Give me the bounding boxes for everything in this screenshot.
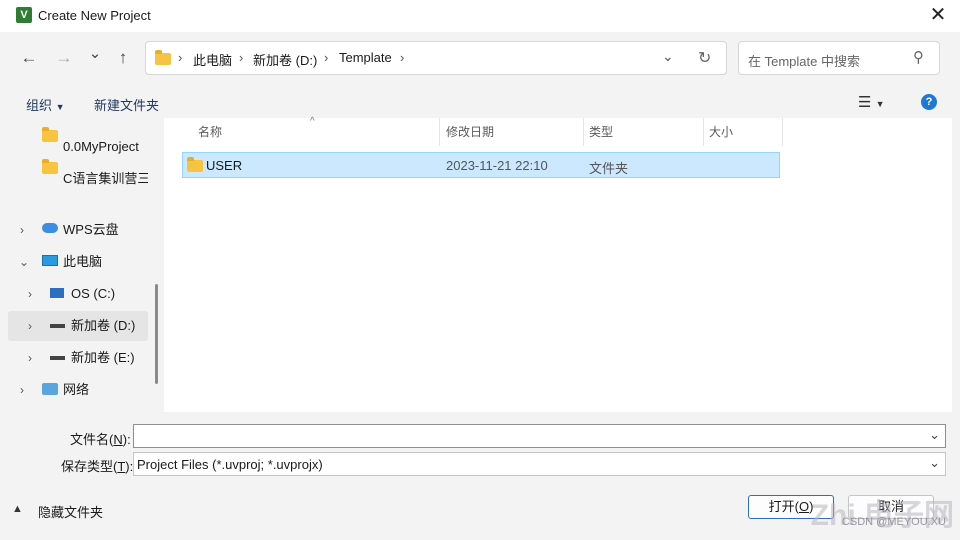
arrow-right-icon: → bbox=[55, 48, 73, 67]
chevron-right-icon[interactable]: › bbox=[20, 215, 24, 245]
breadcrumb-separator: › bbox=[400, 50, 405, 65]
folder-icon bbox=[155, 50, 171, 65]
filename-field[interactable]: ⌄ bbox=[133, 424, 946, 448]
breadcrumb-drive-d[interactable]: 新加卷 (D:) bbox=[253, 50, 317, 69]
label-text: ): bbox=[122, 432, 131, 447]
sidebar-item-label: OS (C:) bbox=[71, 286, 116, 301]
sidebar-item-c-camp[interactable]: C语言集训营三期 bbox=[8, 152, 148, 186]
back-button[interactable]: ← bbox=[18, 48, 40, 68]
close-button[interactable]: ✕ bbox=[916, 0, 960, 32]
forward-button[interactable]: → bbox=[53, 48, 75, 68]
collapse-caret-icon[interactable]: ▲ bbox=[12, 503, 23, 515]
chevron-down-icon[interactable]: ⌄ bbox=[19, 247, 29, 277]
up-button[interactable]: ↑ bbox=[112, 48, 134, 68]
close-icon: ✕ bbox=[929, 4, 947, 26]
sidebar-item-network[interactable]: › 网络 bbox=[8, 375, 148, 405]
drive-icon bbox=[50, 288, 64, 298]
drive-icon bbox=[50, 356, 65, 360]
breadcrumb-this-pc[interactable]: 此电脑 bbox=[193, 50, 232, 69]
organize-label: 组织 bbox=[26, 98, 53, 113]
new-folder-button[interactable]: 新建文件夹 bbox=[94, 95, 159, 114]
computer-icon bbox=[42, 255, 58, 266]
folder-icon bbox=[42, 127, 58, 142]
chevron-down-icon[interactable]: ⌄ bbox=[929, 427, 940, 443]
chevron-right-icon[interactable]: › bbox=[28, 311, 32, 341]
column-header-name[interactable]: 名称 bbox=[198, 118, 222, 146]
drive-icon bbox=[50, 324, 65, 328]
button-accelerator: O bbox=[798, 499, 810, 514]
sidebar-item-drive-e[interactable]: › 新加卷 (E:) bbox=[8, 343, 148, 373]
recent-locations-button[interactable]: ⌄ bbox=[84, 46, 106, 64]
folder-icon bbox=[187, 157, 203, 172]
sidebar-item-label: WPS云盘 bbox=[63, 222, 119, 237]
label-text: 保存类型( bbox=[61, 459, 118, 474]
sidebar-item-wps-cloud[interactable]: › WPS云盘 bbox=[8, 215, 148, 245]
sort-ascending-icon: ^ bbox=[310, 116, 315, 127]
address-history-chevron-icon[interactable]: ⌄ bbox=[662, 48, 674, 65]
column-divider[interactable] bbox=[439, 118, 440, 146]
arrow-left-icon: ← bbox=[20, 48, 38, 67]
toolbar: 组织 ▼ 新建文件夹 ☰ ▼ ? bbox=[0, 86, 960, 118]
view-options-button[interactable]: ☰ ▼ bbox=[858, 93, 885, 111]
search-box[interactable]: 在 Template 中搜索 ⚲ bbox=[738, 41, 940, 75]
help-button[interactable]: ? bbox=[921, 94, 937, 110]
file-modified: 2023-11-21 22:10 bbox=[446, 158, 548, 173]
folder-icon bbox=[42, 159, 58, 174]
column-header-size[interactable]: 大小 bbox=[709, 118, 733, 146]
organize-menu[interactable]: 组织 ▼ bbox=[26, 95, 65, 114]
watermark-caption: CSDN @MEYOU.XU bbox=[841, 516, 946, 528]
column-divider[interactable] bbox=[782, 118, 783, 146]
chevron-down-icon[interactable]: ⌄ bbox=[929, 455, 940, 471]
column-divider[interactable] bbox=[583, 118, 584, 146]
filetype-value: Project Files (*.uvproj; *.uvprojx) bbox=[137, 457, 323, 472]
address-bar[interactable]: › 此电脑 › 新加卷 (D:) › Template › ⌄ ↻ bbox=[145, 41, 727, 75]
navigation-pane: 0.0MyProject C语言集训营三期 › WPS云盘 ⌄ 此电脑 › OS… bbox=[8, 118, 148, 412]
chevron-right-icon[interactable]: › bbox=[28, 279, 32, 309]
refresh-icon[interactable]: ↻ bbox=[698, 48, 711, 68]
sidebar-item-label: C语言集训营三期 bbox=[63, 171, 148, 186]
caret-down-icon: ▼ bbox=[875, 99, 885, 109]
sidebar-item-drive-d[interactable]: › 新加卷 (D:) bbox=[8, 311, 148, 341]
sidebar-item-label: 此电脑 bbox=[63, 254, 103, 269]
app-icon: V bbox=[16, 7, 32, 23]
filename-label: 文件名(N): bbox=[70, 429, 131, 448]
breadcrumb-separator: › bbox=[324, 50, 329, 65]
hide-folders-toggle[interactable]: 隐藏文件夹 bbox=[38, 502, 103, 521]
search-icon[interactable]: ⚲ bbox=[913, 48, 924, 66]
title-bar: V Create New Project ✕ bbox=[0, 0, 960, 32]
column-header-modified[interactable]: 修改日期 bbox=[446, 118, 494, 146]
list-view-icon: ☰ bbox=[858, 94, 872, 111]
window-title: Create New Project bbox=[38, 8, 151, 23]
sidebar-item-myproject[interactable]: 0.0MyProject bbox=[8, 120, 148, 154]
sidebar-item-this-pc[interactable]: ⌄ 此电脑 bbox=[8, 247, 148, 277]
arrow-up-icon: ↑ bbox=[118, 48, 128, 67]
column-divider[interactable] bbox=[703, 118, 704, 146]
file-name: USER bbox=[206, 158, 243, 173]
breadcrumb-separator: › bbox=[178, 50, 183, 65]
sidebar-item-drive-c[interactable]: › OS (C:) bbox=[8, 279, 148, 309]
filetype-label: 保存类型(T): bbox=[61, 456, 133, 475]
caret-down-icon: ▼ bbox=[55, 102, 65, 112]
label-text: 文件名( bbox=[70, 432, 114, 447]
file-row[interactable]: USER 2023-11-21 22:10 文件夹 bbox=[182, 152, 780, 178]
search-input[interactable]: 在 Template 中搜索 bbox=[748, 51, 860, 70]
chevron-right-icon[interactable]: › bbox=[20, 375, 24, 405]
sidebar-item-label: 新加卷 (E:) bbox=[71, 350, 135, 365]
chevron-right-icon[interactable]: › bbox=[28, 343, 32, 373]
navigation-scrollbar[interactable] bbox=[155, 284, 158, 384]
file-type: 文件夹 bbox=[589, 161, 629, 176]
breadcrumb-template[interactable]: Template bbox=[339, 50, 392, 65]
column-header-type[interactable]: 类型 bbox=[589, 118, 613, 146]
filetype-select[interactable]: Project Files (*.uvproj; *.uvprojx) ⌄ bbox=[133, 452, 946, 476]
sidebar-item-label: 网络 bbox=[63, 382, 90, 397]
label-accelerator: N bbox=[113, 432, 123, 447]
breadcrumb-separator: › bbox=[239, 50, 244, 65]
cloud-icon bbox=[42, 223, 58, 233]
network-icon bbox=[42, 383, 58, 395]
sidebar-item-label: 新加卷 (D:) bbox=[71, 318, 136, 333]
button-text: 打开( bbox=[768, 499, 799, 514]
file-list: ^ 名称 修改日期 类型 大小 USER 2023-11-21 22:10 文件… bbox=[164, 116, 952, 412]
chevron-down-icon: ⌄ bbox=[88, 45, 102, 62]
